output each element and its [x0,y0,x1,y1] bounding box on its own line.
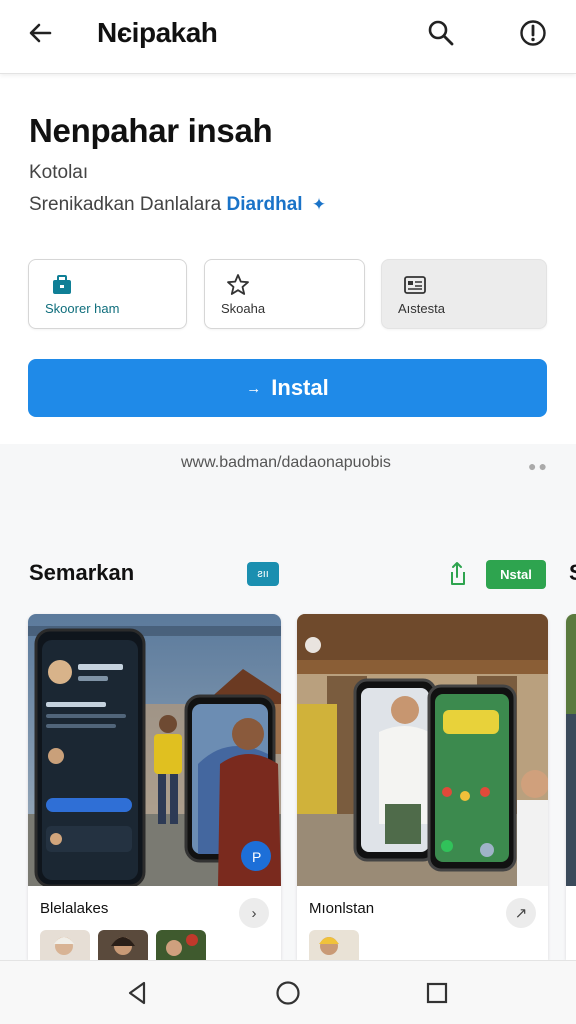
more-dots-icon[interactable]: ●● [528,458,549,474]
action-card-label: Skoorer ham [45,301,120,316]
verified-badge-icon: ✦ [311,195,327,214]
alert-circle-icon[interactable] [516,16,550,50]
app-category[interactable]: Kotolaı [29,162,88,184]
thumbnail-row [40,930,206,960]
next-section-title: S [569,560,576,586]
svg-text:P: P [252,849,261,865]
screenshot-image-3 [566,614,576,886]
section-badge: ƨıı [247,562,279,586]
nav-back-triangle-icon[interactable] [124,979,152,1007]
action-card-primary[interactable]: Skoorer ham [28,259,187,329]
thumbnail-image[interactable] [98,930,148,960]
star-outline-icon [227,274,249,295]
page-title: Nєipakah [97,17,218,48]
install-button[interactable]: → Instal [28,359,547,417]
developer-prefix: Srenikadkan Danlalara [29,194,222,215]
install-label: Instal [271,375,329,400]
developer-line: Srenikadkan Danlalara Diardhal ✦ [29,194,326,216]
app-title: Nenpahar insah [29,112,273,149]
screenshot-caption: Mıonlstan [309,900,375,917]
screenshot-image-2 [297,614,548,886]
developer-name-link[interactable]: Diardhal [227,194,303,215]
share-icon[interactable] [444,560,470,588]
system-nav-bar [0,960,576,1024]
screenshot-caption: Blelalakes [40,900,109,917]
screenshot-card[interactable]: Mıonlstan ↗ [297,614,548,960]
screenshot-card[interactable]: P Blelalakes › [28,614,281,960]
thumbnail-image[interactable] [156,930,206,960]
open-external-icon[interactable]: ↗ [506,898,536,928]
action-card-info[interactable]: Aıstesta [381,259,547,329]
action-card-rate[interactable]: Skoaha [204,259,365,329]
website-url[interactable]: www.badman/dadaonapuobis [181,454,391,472]
install-arrow-icon: → [246,379,262,397]
top-app-bar: Nєipakah [0,0,576,74]
nav-home-circle-icon[interactable] [274,979,302,1007]
url-strip: www.badman/dadaonapuobis ●● [0,444,576,510]
search-icon[interactable] [424,16,458,50]
thumbnail-image[interactable] [40,930,90,960]
section-title: Semarkan [29,560,135,585]
action-card-label: Aıstesta [398,301,445,316]
screenshot-card-partial[interactable] [566,614,576,960]
screenshot-image-1: P [28,614,281,886]
section-install-button[interactable]: Nstal [486,560,546,589]
briefcase-icon [53,275,71,294]
thumbnail-row [309,930,359,960]
action-card-label: Skoaha [221,301,266,316]
arrow-back-icon[interactable] [24,16,58,50]
chevron-right-icon[interactable]: › [239,898,269,928]
nav-recents-square-icon[interactable] [423,979,451,1007]
id-card-icon [404,276,426,294]
thumbnail-image[interactable] [309,930,359,960]
app-detail-screen: Nєipakah Nenpahar insah Kotolaı Srenikad… [0,0,576,1024]
